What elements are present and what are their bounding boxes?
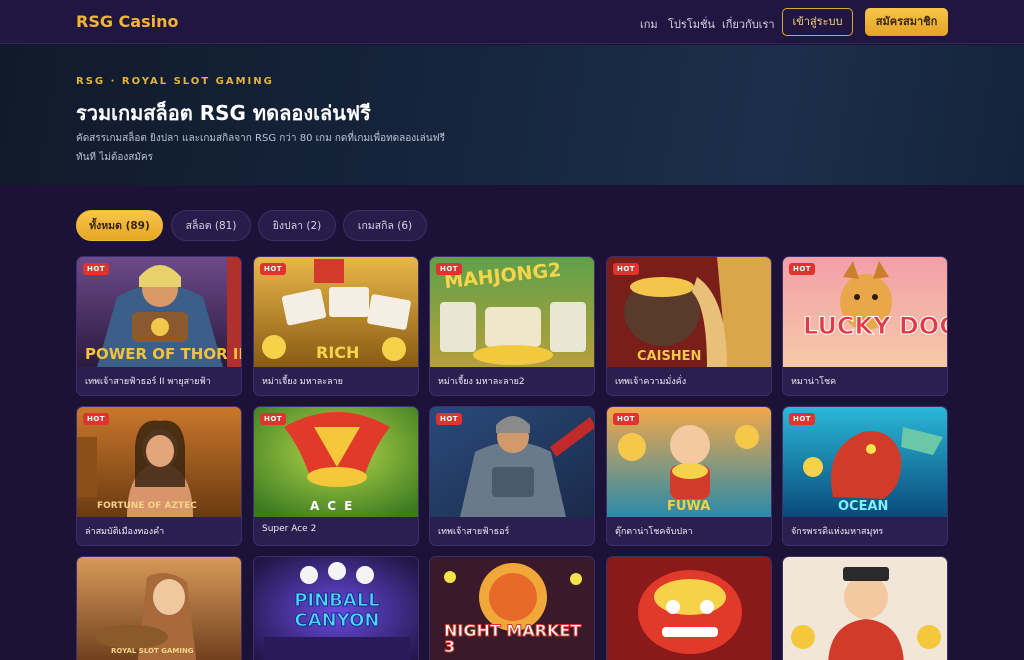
game-name: หม่าเจี้ยง มหาละลาย2 [438, 377, 525, 387]
nav-link-games[interactable]: เกม [640, 15, 658, 33]
hot-badge: HOT [789, 413, 816, 425]
game-thumbnail[interactable]: PINBALL CANYON [254, 557, 418, 660]
game-name: ตุ๊กตาน่าโชคจับปลา [615, 527, 693, 537]
register-button[interactable]: สมัครสมาชิก [865, 8, 948, 36]
hot-badge: HOT [436, 413, 463, 425]
filter-skill[interactable]: เกมสกิล (6) [343, 210, 427, 241]
hot-badge: HOT [613, 413, 640, 425]
game-art-title: NIGHT MARKET 3 [444, 621, 582, 656]
filter-fishing[interactable]: ยิงปลา (2) [258, 210, 336, 241]
game-card[interactable]: LUCKY DOG HOT หมาน่าโชค [782, 256, 948, 396]
game-art-title: ACE [310, 499, 361, 513]
game-card[interactable] [782, 556, 948, 660]
hot-badge: HOT [260, 263, 287, 275]
game-art-title: OCEAN [838, 499, 889, 514]
hero-subtitle: คัดสรรเกมสล็อต ยิงปลา และเกมสกิลจาก RSG … [76, 133, 446, 163]
hot-badge: HOT [83, 413, 110, 425]
game-art-title: LUCKY DOG [803, 312, 948, 340]
filter-all[interactable]: ทั้งหมด (89) [76, 210, 163, 241]
game-thumbnail[interactable]: NIGHT MARKET 3 [430, 557, 594, 660]
game-name: หม่าเจี้ยง มหาละลาย [262, 377, 343, 387]
game-card[interactable]: MAHJONG2 HOT หม่าเจี้ยง มหาละลาย2 [429, 256, 595, 396]
hot-badge: HOT [260, 413, 287, 425]
game-card[interactable]: FUWA HOT ตุ๊กตาน่าโชคจับปลา [606, 406, 772, 546]
game-art-title: RICH [316, 343, 360, 362]
game-thumbnail[interactable] [607, 557, 771, 660]
game-art-title: PINBALL CANYON [294, 590, 381, 631]
game-thumbnail[interactable] [783, 557, 947, 660]
hero-banner: RSG · ROYAL SLOT GAMING รวมเกมสล็อต RSG … [0, 45, 1024, 185]
game-name: หมาน่าโชค [791, 377, 837, 387]
game-art-title: FUWA [667, 499, 711, 514]
game-card[interactable]: NIGHT MARKET 3 [429, 556, 595, 660]
game-name: เทพเจ้าสายฟ้าธอร์ [438, 527, 510, 537]
game-card[interactable]: ROYAL SLOT GAMING [76, 556, 242, 660]
game-art-title: CAISHEN [637, 349, 702, 364]
game-card[interactable]: HOT เทพเจ้าสายฟ้าธอร์ [429, 406, 595, 546]
game-thumbnail[interactable]: ROYAL SLOT GAMING [77, 557, 241, 660]
game-name: ล่าสมบัติเมืองทองคำ [85, 527, 165, 537]
game-name: Super Ace 2 [262, 524, 317, 534]
game-card[interactable]: PINBALL CANYON [253, 556, 419, 660]
game-art-title: POWER OF THOR II [85, 345, 242, 363]
hot-badge: HOT [83, 263, 110, 275]
hot-badge: HOT [436, 263, 463, 275]
game-card[interactable]: FORTUNE OF AZTEC HOT ล่าสมบัติเมืองทองคำ [76, 406, 242, 546]
game-card[interactable]: CAISHEN HOT เทพเจ้าความมั่งคั่ง [606, 256, 772, 396]
hero-kicker: RSG · ROYAL SLOT GAMING [76, 76, 274, 87]
game-card[interactable]: ACE HOT Super Ace 2 [253, 406, 419, 546]
nav-link-about[interactable]: เกี่ยวกับเรา [722, 15, 775, 33]
game-art-title: FORTUNE OF AZTEC [97, 501, 197, 511]
login-button[interactable]: เข้าสู่ระบบ [782, 8, 853, 36]
game-name: เทพเจ้าสายฟ้าธอร์ II พายุสายฟ้า [85, 377, 211, 387]
hot-badge: HOT [613, 263, 640, 275]
brand-logo[interactable]: RSG Casino [76, 12, 178, 31]
nav-link-promotions[interactable]: โปรโมชั่น [668, 15, 715, 33]
game-card[interactable]: RICH HOT หม่าเจี้ยง มหาละลาย [253, 256, 419, 396]
game-name: เทพเจ้าความมั่งคั่ง [615, 377, 687, 387]
page-title: รวมเกมสล็อต RSG ทดลองเล่นฟรี [76, 101, 371, 125]
top-navigation-bar: RSG Casino เกม โปรโมชั่น เกี่ยวกับเรา เข… [0, 0, 1024, 44]
hot-badge: HOT [789, 263, 816, 275]
game-card[interactable]: OCEAN HOT จักรพรรดิแห่งมหาสมุทร [782, 406, 948, 546]
game-card[interactable]: POWER OF THOR II HOT เทพเจ้าสายฟ้าธอร์ I… [76, 256, 242, 396]
filter-slots[interactable]: สล็อต (81) [171, 210, 251, 241]
game-card[interactable] [606, 556, 772, 660]
game-art-title: ROYAL SLOT GAMING [111, 647, 194, 655]
game-name: จักรพรรดิแห่งมหาสมุทร [791, 527, 884, 537]
